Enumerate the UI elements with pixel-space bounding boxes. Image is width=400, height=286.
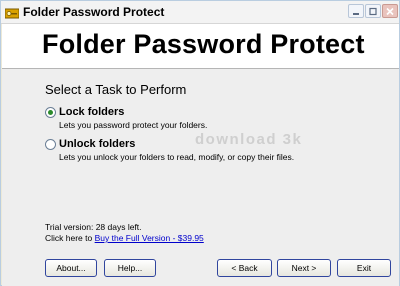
app-window: Folder Password Protect Folder Password … bbox=[0, 0, 400, 286]
wizard-content: Select a Task to Perform Lock folders Le… bbox=[2, 69, 399, 286]
back-button[interactable]: < Back bbox=[217, 259, 272, 277]
unlock-folders-radio[interactable] bbox=[45, 139, 56, 150]
minimize-icon[interactable] bbox=[348, 4, 364, 18]
lock-folders-description: Lets you password protect your folders. bbox=[59, 120, 208, 130]
about-button[interactable]: About... bbox=[45, 259, 97, 277]
task-heading: Select a Task to Perform bbox=[45, 82, 187, 97]
next-button[interactable]: Next > bbox=[277, 259, 331, 277]
buy-prompt: Click here to bbox=[45, 233, 93, 243]
title-bar[interactable]: Folder Password Protect bbox=[1, 1, 399, 24]
header-banner: Folder Password Protect bbox=[2, 24, 399, 69]
lock-folders-radio[interactable] bbox=[45, 107, 56, 118]
window-title: Folder Password Protect bbox=[23, 5, 165, 19]
banner-title: Folder Password Protect bbox=[42, 29, 365, 59]
buy-full-version-link[interactable]: Buy the Full Version - $39.95 bbox=[95, 233, 204, 243]
watermark: download 3k bbox=[195, 131, 303, 148]
maximize-icon[interactable] bbox=[365, 4, 381, 18]
help-button[interactable]: Help... bbox=[104, 259, 156, 277]
buy-line: Click here to Buy the Full Version - $39… bbox=[45, 233, 204, 243]
trial-status: Trial version: 28 days left. bbox=[45, 222, 142, 232]
unlock-folders-label[interactable]: Unlock folders bbox=[59, 138, 135, 150]
exit-button[interactable]: Exit bbox=[337, 259, 391, 277]
close-icon[interactable] bbox=[382, 4, 398, 18]
key-icon bbox=[4, 6, 20, 19]
unlock-folders-description: Lets you unlock your folders to read, mo… bbox=[59, 152, 295, 162]
lock-folders-label[interactable]: Lock folders bbox=[59, 106, 124, 118]
radio-selected-dot bbox=[48, 110, 53, 115]
